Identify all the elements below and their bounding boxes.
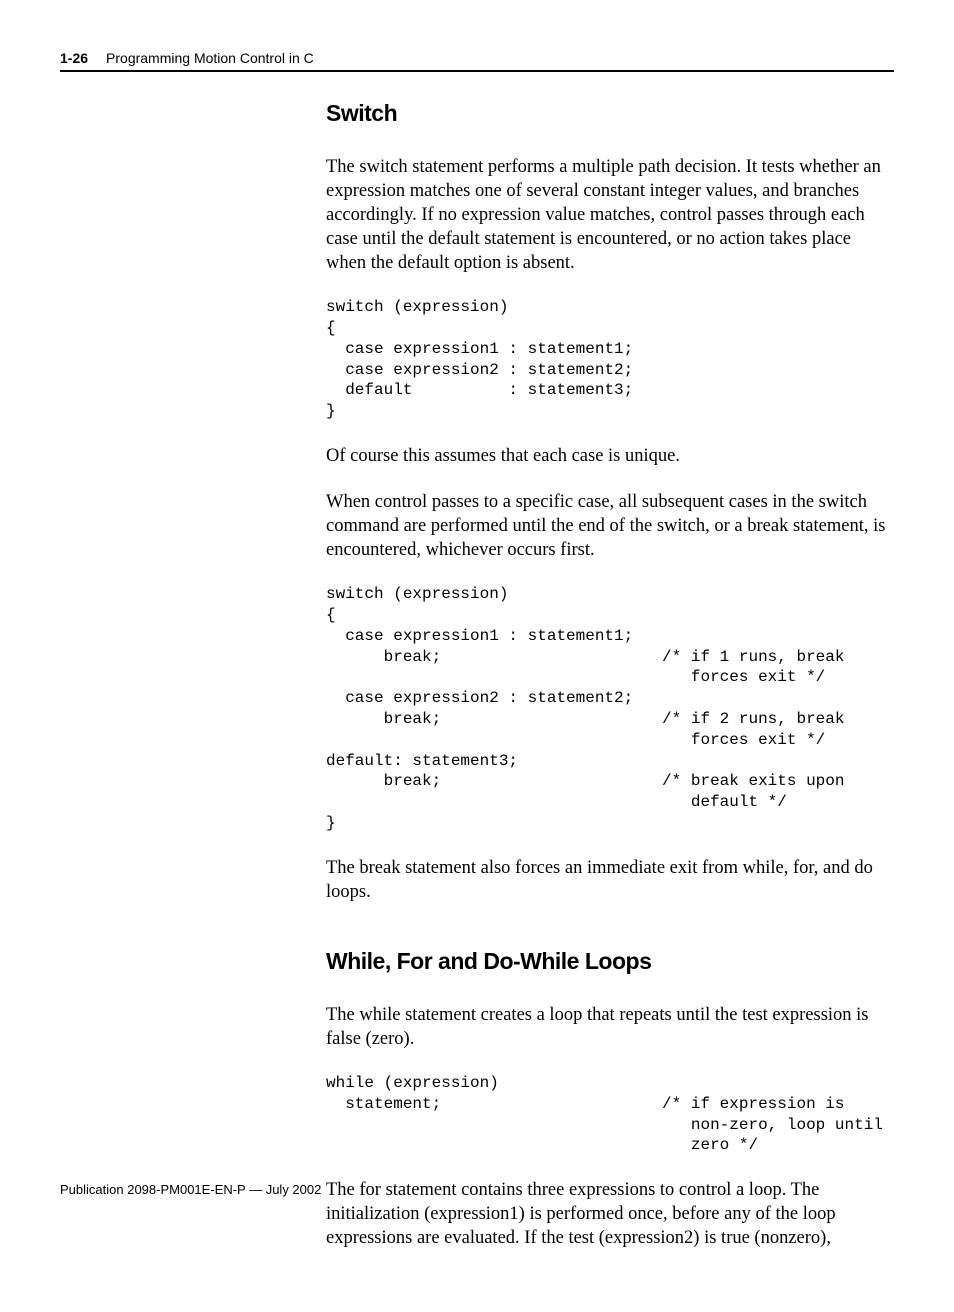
header-title: Programming Motion Control in C [106,50,314,66]
page: 1-26 Programming Motion Control in C Swi… [0,0,954,1312]
code-block: switch (expression) { case expression1 :… [326,297,886,422]
section-heading-loops: While, For and Do-While Loops [326,948,886,975]
code-block: switch (expression) { case expression1 :… [326,584,886,834]
paragraph: The switch statement performs a multiple… [326,155,886,275]
main-content: Switch The switch statement performs a m… [326,100,886,1250]
footer-publication: Publication 2098-PM001E-EN-P — July 2002 [60,1182,321,1197]
section-heading-switch: Switch [326,100,886,127]
paragraph: Of course this assumes that each case is… [326,444,886,468]
page-number: 1-26 [60,50,88,66]
page-header: 1-26 Programming Motion Control in C [60,50,894,72]
paragraph: When control passes to a specific case, … [326,490,886,562]
code-block: while (expression) statement; /* if expr… [326,1073,886,1156]
paragraph: The break statement also forces an immed… [326,856,886,904]
paragraph: The while statement creates a loop that … [326,1003,886,1051]
paragraph: The for statement contains three express… [326,1178,886,1250]
